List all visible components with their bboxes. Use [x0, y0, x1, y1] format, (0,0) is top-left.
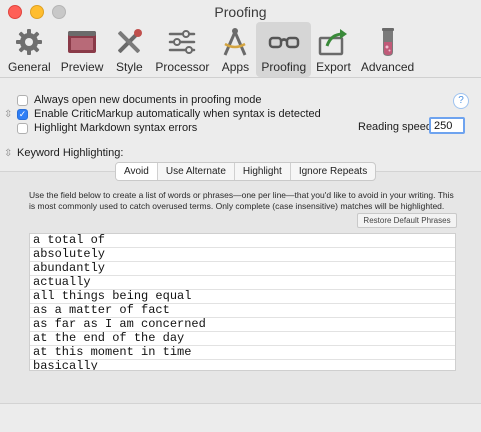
- toolbar-advanced[interactable]: Advanced: [356, 22, 419, 77]
- critic-markup-checkbox[interactable]: ✓: [17, 108, 28, 120]
- tools-icon: [118, 29, 143, 53]
- preview-window-icon: [68, 31, 97, 53]
- toolbar-general-label: General: [8, 60, 51, 74]
- titlebar: Proofing: [0, 0, 481, 22]
- toolbar-apps[interactable]: Apps: [214, 22, 256, 77]
- toolbar-divider: [0, 77, 481, 78]
- compass-icon: [224, 28, 247, 56]
- phrase-line: at this moment in time: [30, 346, 455, 360]
- flask-icon: [381, 28, 394, 56]
- phrase-line: at the end of the day: [30, 332, 455, 346]
- sliders-icon: [169, 30, 196, 54]
- toolbar-style[interactable]: Style: [108, 22, 150, 77]
- critic-markup-info-icon[interactable]: ⇳: [4, 109, 12, 120]
- highlight-markdown-label: Highlight Markdown syntax errors: [34, 122, 198, 134]
- tab-avoid[interactable]: Avoid: [116, 163, 158, 180]
- phrase-line: as a matter of fact: [30, 304, 455, 318]
- phrase-line: a total of: [30, 234, 455, 248]
- phrase-line: basically: [30, 360, 455, 371]
- always-open-option[interactable]: Always open new documents in proofing mo…: [17, 94, 261, 106]
- critic-markup-option[interactable]: ✓ Enable CriticMarkup automatically when…: [17, 108, 321, 120]
- keyword-tabs: Avoid Use Alternate Highlight Ignore Rep…: [115, 162, 377, 181]
- preferences-window: Proofing General Preview Style Processor…: [0, 0, 481, 432]
- tab-ignore-repeats[interactable]: Ignore Repeats: [291, 163, 375, 180]
- phrase-line: abundantly: [30, 262, 455, 276]
- toolbar-proofing-label: Proofing: [261, 60, 307, 74]
- toolbar-export-label: Export: [316, 60, 351, 74]
- phrase-line: as far as I am concerned: [30, 318, 455, 332]
- help-icon[interactable]: ?: [453, 93, 469, 109]
- highlight-markdown-option[interactable]: Highlight Markdown syntax errors: [17, 122, 197, 134]
- toolbar-general[interactable]: General: [3, 22, 56, 77]
- window-title: Proofing: [214, 4, 267, 20]
- toolbar-preview-label: Preview: [60, 60, 104, 74]
- restore-default-phrases-button[interactable]: Restore Default Phrases: [357, 213, 457, 228]
- toolbar-style-label: Style: [116, 60, 143, 74]
- toolbar-advanced-label: Advanced: [360, 60, 415, 74]
- toolbar-apps-label: Apps: [221, 60, 250, 74]
- export-icon: [319, 29, 348, 56]
- highlight-markdown-checkbox[interactable]: [17, 122, 28, 134]
- preferences-toolbar: General Preview Style Processor Apps Pro…: [3, 22, 419, 77]
- phrase-line: absolutely: [30, 248, 455, 262]
- toolbar-preview[interactable]: Preview: [56, 22, 109, 77]
- phrase-line: all things being equal: [30, 290, 455, 304]
- avoid-description: Use the field below to create a list of …: [29, 190, 454, 211]
- toolbar-proofing[interactable]: Proofing: [256, 22, 312, 77]
- toolbar-processor[interactable]: Processor: [150, 22, 214, 77]
- reading-speed-input[interactable]: [429, 117, 465, 134]
- always-open-label: Always open new documents in proofing mo…: [34, 94, 262, 106]
- always-open-checkbox[interactable]: [17, 94, 28, 106]
- toolbar-export[interactable]: Export: [311, 22, 356, 77]
- reading-speed-label: Reading speed:: [358, 121, 436, 133]
- phrases-textarea[interactable]: a total of absolutely abundantly actuall…: [29, 233, 456, 371]
- gear-icon: [16, 29, 43, 55]
- tab-use-alternate[interactable]: Use Alternate: [158, 163, 235, 180]
- critic-markup-label: Enable CriticMarkup automatically when s…: [34, 108, 321, 120]
- keyword-info-icon[interactable]: ⇳: [4, 148, 12, 159]
- tab-highlight[interactable]: Highlight: [235, 163, 291, 180]
- phrase-line: actually: [30, 276, 455, 290]
- toolbar-processor-label: Processor: [155, 60, 210, 74]
- keyword-highlighting-label: Keyword Highlighting:: [17, 147, 124, 159]
- glasses-icon: [268, 36, 300, 49]
